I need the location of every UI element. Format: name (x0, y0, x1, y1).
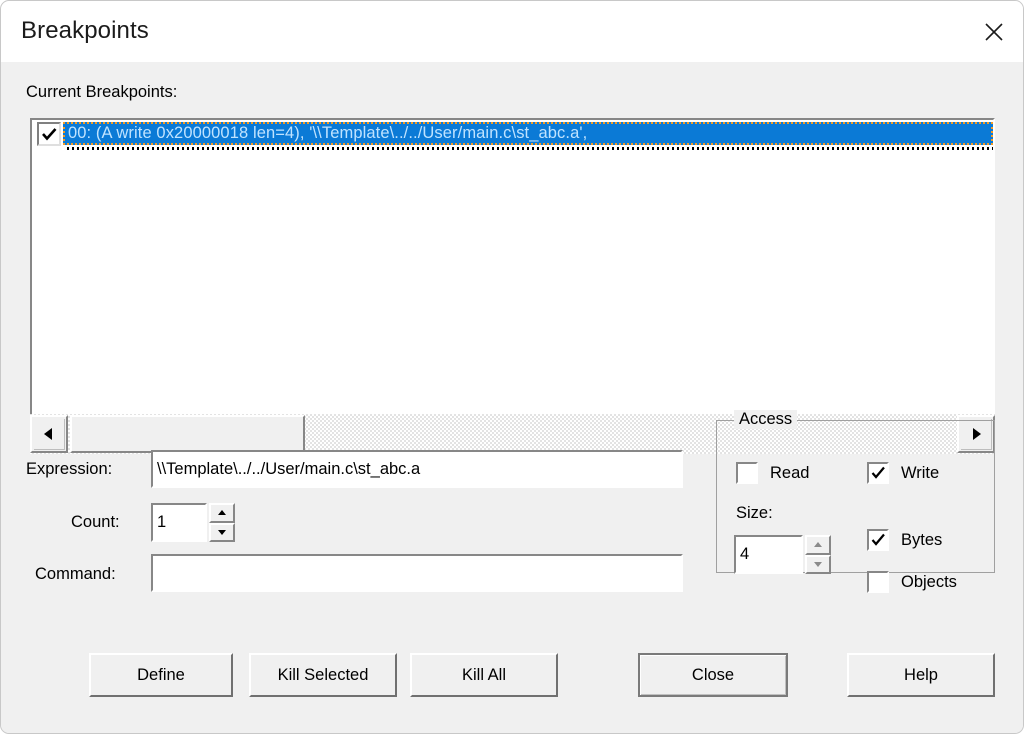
spin-up-icon (217, 509, 227, 516)
breakpoints-dialog: Breakpoints Current Breakpoints: 00: (A … (0, 0, 1024, 734)
dialog-client-area: Current Breakpoints: 00: (A write 0x2000… (1, 62, 1023, 733)
objects-checkbox-row[interactable]: Objects (867, 571, 957, 593)
size-input[interactable]: 4 (734, 535, 803, 574)
expression-value: \\Template\../../User/main.c\st_abc.a (157, 459, 421, 478)
spin-up-icon (813, 541, 823, 548)
write-checkbox-row[interactable]: Write (867, 462, 939, 484)
read-checkbox[interactable] (736, 462, 758, 484)
breakpoint-item-text: 00: (A write 0x20000018 len=4), '\\Templ… (68, 124, 588, 142)
command-input[interactable] (151, 554, 683, 592)
help-button[interactable]: Help (847, 653, 995, 697)
current-breakpoints-label: Current Breakpoints: (26, 83, 178, 101)
kill-selected-button[interactable]: Kill Selected (249, 653, 397, 697)
list-item[interactable]: 00: (A write 0x20000018 len=4), '\\Templ… (32, 120, 993, 147)
bytes-checkbox[interactable] (867, 529, 889, 551)
expression-label: Expression: (26, 460, 113, 478)
count-decrement-button[interactable] (209, 522, 235, 542)
count-stepper[interactable]: 1 (151, 503, 235, 542)
count-input[interactable]: 1 (151, 503, 207, 542)
triangle-left-icon (43, 427, 55, 441)
spin-down-icon (813, 561, 823, 568)
bytes-label: Bytes (901, 530, 943, 549)
command-label: Command: (35, 565, 116, 583)
size-increment-button[interactable] (805, 535, 831, 555)
count-label: Count: (71, 513, 120, 531)
expression-input[interactable]: \\Template\../../User/main.c\st_abc.a (151, 450, 683, 488)
breakpoints-listbox[interactable]: 00: (A write 0x20000018 len=4), '\\Templ… (30, 118, 995, 452)
count-spin-buttons (209, 503, 235, 542)
objects-checkbox[interactable] (867, 571, 889, 593)
define-button[interactable]: Define (89, 653, 233, 697)
window-title: Breakpoints (21, 17, 149, 44)
scrollbar-thumb[interactable] (70, 415, 305, 453)
access-groupbox-legend: Access (734, 410, 798, 429)
kill-all-button[interactable]: Kill All (410, 653, 558, 697)
checkmark-icon (870, 532, 886, 548)
scroll-left-button[interactable] (30, 415, 68, 453)
count-increment-button[interactable] (209, 503, 235, 523)
read-label: Read (770, 463, 810, 482)
close-window-button[interactable] (963, 1, 1023, 62)
bytes-checkbox-row[interactable]: Bytes (867, 529, 942, 551)
breakpoints-listbox-inner: 00: (A write 0x20000018 len=4), '\\Templ… (32, 120, 993, 450)
write-label: Write (901, 463, 940, 482)
breakpoint-item-highlight[interactable]: 00: (A write 0x20000018 len=4), '\\Templ… (63, 122, 993, 145)
checkmark-icon (870, 465, 886, 481)
breakpoint-enabled-checkbox[interactable] (37, 121, 61, 146)
size-spin-buttons (805, 535, 831, 574)
size-decrement-button[interactable] (805, 554, 831, 574)
size-value: 4 (740, 545, 750, 563)
close-icon (983, 21, 1005, 43)
titlebar: Breakpoints (1, 1, 1023, 62)
checkmark-icon (40, 125, 58, 143)
list-item-separator (67, 147, 993, 150)
count-value: 1 (157, 513, 167, 531)
size-label: Size: (736, 504, 773, 522)
objects-label: Objects (901, 572, 957, 591)
size-stepper[interactable]: 4 (734, 535, 831, 574)
close-button[interactable]: Close (638, 653, 788, 697)
spin-down-icon (217, 529, 227, 536)
write-checkbox[interactable] (867, 462, 889, 484)
read-checkbox-row[interactable]: Read (736, 462, 809, 484)
